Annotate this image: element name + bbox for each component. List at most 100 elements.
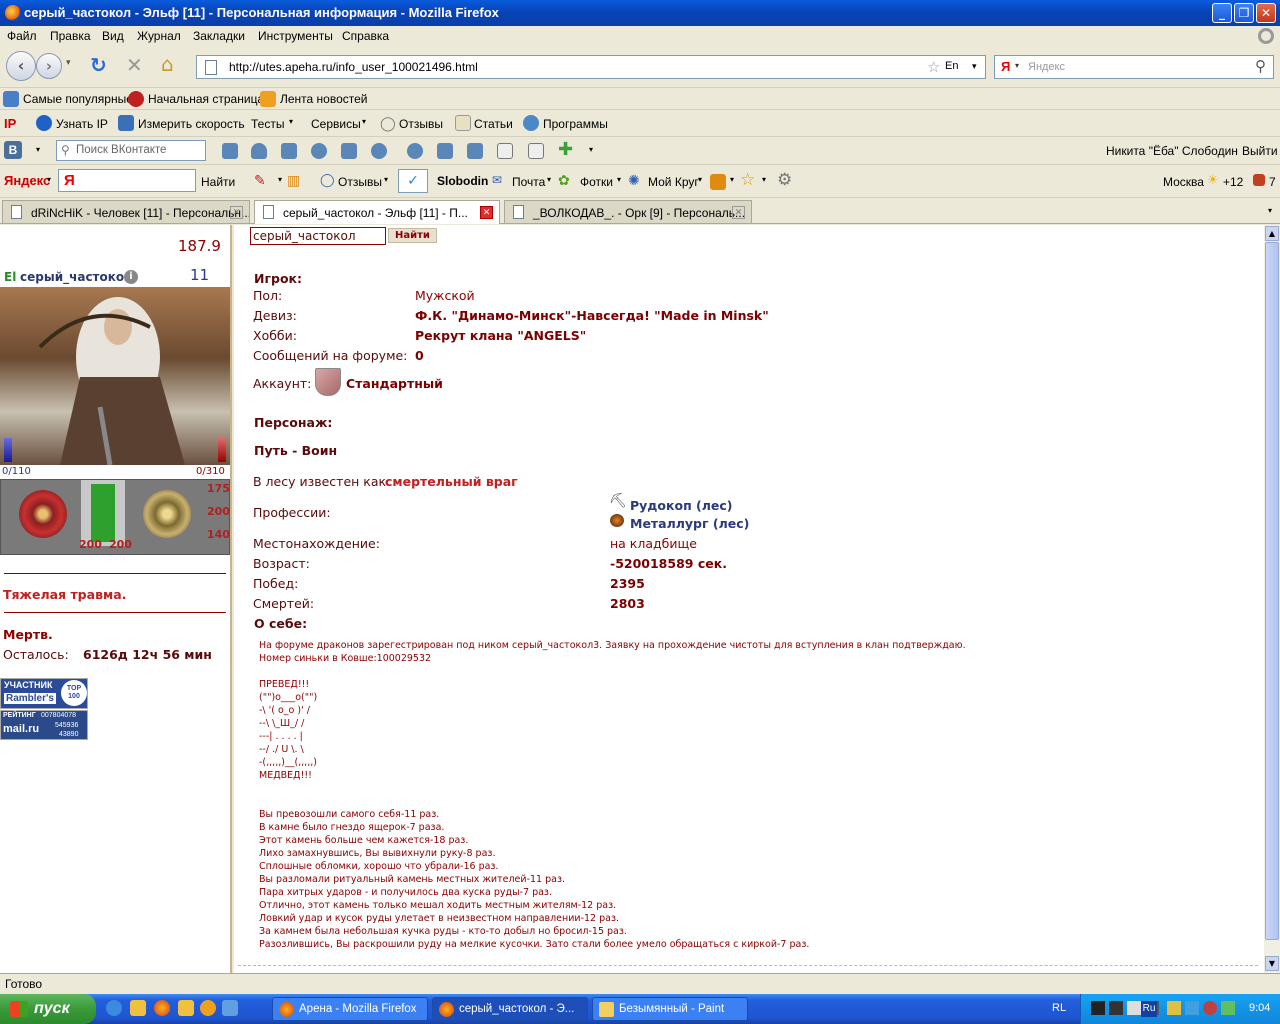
maximize-button[interactable]: ❐ [1234,3,1254,23]
briefcase-icon[interactable] [710,174,726,190]
menu-edit[interactable]: Правка [50,29,91,43]
quicklaunch-icon-2[interactable] [130,1000,146,1016]
vk-search-input[interactable]: Поиск ВКонтакте [76,144,166,156]
vk-more-dropdown-icon[interactable]: ▾ [589,145,593,154]
yandex-find-button[interactable]: Найти [201,175,235,189]
scroll-up-icon[interactable]: ▲ [1265,226,1279,241]
window-title-bar[interactable]: серый_частокол - Эльф [11] - Персональна… [0,0,1280,26]
scroll-thumb[interactable] [1265,242,1279,940]
character-name[interactable]: серый_частокол [20,270,133,284]
clock[interactable]: 9:04 [1249,1002,1270,1014]
history-dropdown-icon[interactable]: ▾ [66,57,71,68]
tray-icon-1[interactable] [1091,1001,1105,1015]
tab-drinchik[interactable]: dRiNcHiK - Человек [11] - Персональн... … [2,200,250,223]
language-indicator[interactable]: RL [1052,1002,1066,1014]
info-icon[interactable]: i [124,270,138,284]
vk-notes-icon[interactable] [437,143,453,159]
tray-icon-6[interactable] [1167,1001,1181,1015]
bookmark-popular[interactable]: Самые популярные [23,92,133,106]
vk-photos-icon[interactable] [341,143,357,159]
ip-articles[interactable]: Статьи [474,117,513,131]
reload-icon[interactable]: ↻ [90,53,107,77]
left-shield-icon[interactable] [19,490,67,538]
search-magnifier-icon[interactable]: ⚲ [1255,57,1266,75]
back-button[interactable]: ‹ [6,51,36,81]
menu-bookmarks[interactable]: Закладки [193,29,245,43]
volume-icon[interactable] [1109,1001,1123,1015]
url-dropdown-icon[interactable]: ▾ [972,61,977,72]
tab-seryi-chastokol[interactable]: серый_частокол - Эльф [11] - П... ✕ [254,200,500,224]
ip-speed-test[interactable]: Измерить скорость [138,117,245,131]
search-box[interactable]: Я ▾ Яндекс ⚲ [994,55,1274,79]
menu-file[interactable]: Файл [7,29,37,43]
vk-add-icon[interactable]: ✚ [558,139,573,160]
scroll-down-icon[interactable]: ▼ [1265,956,1279,971]
tests-dropdown-icon[interactable]: ▾ [289,117,293,126]
quicklaunch-icon-4[interactable] [178,1000,194,1016]
tab-close-icon[interactable]: ✕ [732,206,745,219]
tab-close-icon[interactable]: ✕ [480,206,493,219]
tray-icon-7[interactable] [1185,1001,1199,1015]
ip-find-ip[interactable]: Узнать IP [56,117,108,131]
yandex-user[interactable]: Slobodin [437,174,488,188]
ie-quicklaunch-icon[interactable] [106,1000,122,1016]
weather-city[interactable]: Москва [1163,175,1204,189]
tab-list-dropdown-icon[interactable]: ▾ [1262,201,1278,221]
favorites-star-icon[interactable]: ☆ [740,170,755,190]
yandex-my-circle[interactable]: Мой Круг [648,175,699,189]
mail-dropdown-icon[interactable]: ▾ [547,175,551,184]
services-dropdown-icon[interactable]: ▾ [362,117,366,126]
home-icon[interactable]: ⌂ [161,52,174,76]
vk-search-field[interactable]: ⚲ Поиск ВКонтакте [56,140,206,161]
yandex-reviews[interactable]: Отзывы [338,175,382,189]
profession-metallurgist[interactable]: Металлург (лес) [630,516,749,531]
marker-dropdown-icon[interactable]: ▾ [278,175,282,184]
url-bar[interactable]: http://utes.apeha.ru/info_user_100021496… [196,55,986,79]
favorites-dropdown-icon[interactable]: ▾ [762,175,766,184]
spellcheck-icon[interactable]: ✓ [398,169,428,193]
profession-miner[interactable]: Рудокоп (лес) [630,498,733,513]
ip-programs[interactable]: Программы [543,117,608,131]
rambler-top100-badge[interactable]: УЧАСТНИК Rambler's TOP 100 [0,678,88,709]
start-button[interactable]: пуск [0,994,96,1024]
keyboard-layout-indicator[interactable]: Ru [1141,1001,1157,1017]
tray-icon-9[interactable] [1221,1001,1235,1015]
yandex-dropdown-icon[interactable]: ▾ [47,175,51,184]
vk-user-name[interactable]: Никита "Ёба" Слободин [1106,144,1238,158]
circle-dropdown-icon[interactable]: ▾ [698,175,702,184]
user-search-button[interactable]: Найти [388,228,437,243]
close-button[interactable]: ✕ [1256,3,1276,23]
menu-view[interactable]: Вид [102,29,124,43]
yandex-logo[interactable]: Яндекс [4,173,50,188]
vk-dropdown-icon[interactable]: ▾ [36,145,40,154]
task-seryi-firefox[interactable]: серый_частокол - Э... [432,997,588,1021]
bookmark-news[interactable]: Лента новостей [280,92,368,106]
forward-button[interactable]: › [36,53,62,79]
vk-mail-icon[interactable] [222,143,238,159]
vk-home-icon[interactable] [281,143,297,159]
photos-dropdown-icon[interactable]: ▾ [617,175,621,184]
media-player-icon[interactable] [200,1000,216,1016]
task-arena-firefox[interactable]: Арена - Mozilla Firefox [272,997,428,1021]
tray-icon-3[interactable] [1127,1001,1141,1015]
vk-video-icon[interactable] [371,143,387,159]
body-slot[interactable] [81,480,125,546]
yandex-photos[interactable]: Фотки [580,175,613,189]
yandex-mail[interactable]: Почта [512,175,545,189]
vk-logout-link[interactable]: Выйти [1242,144,1278,158]
marker-icon[interactable]: ✎ [254,172,266,189]
minimize-button[interactable]: _ [1212,3,1232,23]
task-paint[interactable]: Безымянный - Paint [592,997,748,1021]
weather-temp[interactable]: +12 [1223,175,1243,189]
stop-icon[interactable]: ✕ [126,53,143,77]
vk-profile-icon[interactable] [251,143,267,159]
tab-close-icon[interactable]: ✕ [230,206,243,219]
right-shield-icon[interactable] [143,490,191,538]
quicklaunch-icon-6[interactable] [222,1000,238,1016]
menu-help[interactable]: Справка [342,29,389,43]
engine-dropdown-icon[interactable]: ▾ [1015,61,1019,70]
tray-icon-8[interactable] [1203,1001,1217,1015]
vk-docs-icon[interactable] [497,143,513,159]
vk-music-icon[interactable] [467,143,483,159]
menu-history[interactable]: Журнал [137,29,181,43]
